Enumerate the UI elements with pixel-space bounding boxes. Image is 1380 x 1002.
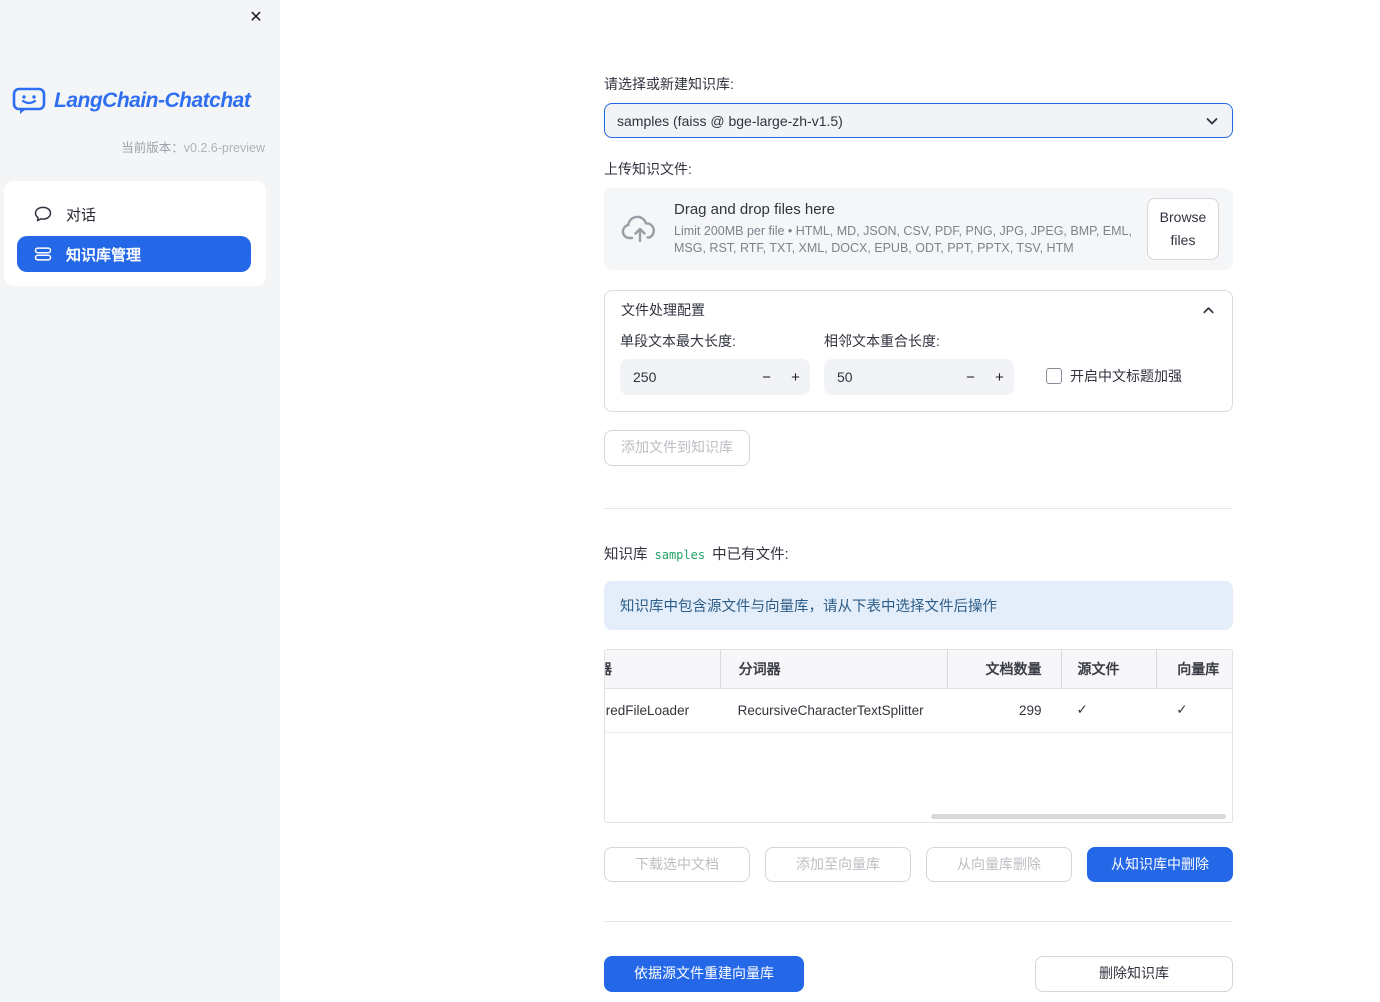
divider [604, 921, 1233, 923]
dropzone-instructions: Drag and drop files here Limit 200MB per… [674, 201, 1147, 257]
add-to-vector-store-button[interactable]: 添加至向量库 [765, 846, 911, 883]
chunk-size-decrement-button[interactable]: − [752, 359, 781, 395]
overlap-size-increment-button[interactable]: + [985, 359, 1014, 395]
table-header-row: 文档加载器 分词器 文档数量 源文件 向量库 [605, 649, 1232, 689]
zh-title-enhance-checkbox[interactable]: 开启中文标题加强 [1046, 366, 1182, 386]
sidebar-item-dialogue[interactable]: 对话 [4, 194, 266, 234]
kb-selectbox-value: samples (faiss @ bge-large-zh-v1.5) [617, 112, 843, 129]
dropzone-title: Drag and drop files here [674, 201, 835, 219]
sidebar: ✕ LangChain-Chatchat 当前版本：v0.2.6-preview [0, 0, 280, 1002]
download-selected-button[interactable]: 下载选中文档 [604, 846, 750, 883]
table-horizontal-scrollbar[interactable] [931, 813, 1226, 819]
chevron-up-icon [1201, 303, 1216, 318]
chunk-size-increment-button[interactable]: + [781, 359, 810, 395]
overlap-size-value: 50 [837, 369, 853, 385]
kb-name-code: samples [654, 547, 706, 562]
file-config-expander: 文件处理配置 单段文本最大长度: 250 − + 相邻文本重合长度: 50 − … [604, 290, 1233, 412]
sidebar-item-label: 知识库管理 [66, 246, 142, 264]
cell-source-file-check: ✓ [1076, 702, 1088, 718]
cell-docs-count: 299 [1018, 702, 1042, 718]
app-window: ✕ LangChain-Chatchat 当前版本：v0.2.6-preview [0, 0, 1380, 1002]
kb-selectbox[interactable]: samples (faiss @ bge-large-zh-v1.5) [604, 103, 1233, 138]
delete-from-kb-button[interactable]: 从知识库中删除 [1087, 846, 1233, 883]
kb-bottom-buttons: 依据源文件重建向量库 删除知识库 [604, 956, 1233, 992]
chunk-size-label: 单段文本最大长度: [620, 333, 736, 349]
version-line: 当前版本：v0.2.6-preview [0, 137, 280, 156]
kb-files-prefix: 知识库 [604, 546, 648, 563]
checkbox-icon [1046, 368, 1062, 384]
column-header-splitter[interactable]: 分词器 [719, 649, 947, 688]
version-value: v0.2.6-preview [183, 141, 265, 155]
brand-logo: LangChain-Chatchat [12, 86, 280, 116]
sidebar-item-knowledge-base[interactable]: 知识库管理 [17, 236, 251, 272]
kb-files-table: 文档加载器 分词器 文档数量 源文件 向量库 UnstructuredFileL… [604, 648, 1233, 823]
cell-vector-store-check: ✓ [1176, 702, 1188, 718]
version-label: 当前版本： [121, 141, 184, 155]
chunk-size-value: 250 [633, 369, 657, 385]
dropzone-limit-text: Limit 200MB per file • HTML, MD, JSON, C… [674, 224, 1132, 255]
divider [604, 507, 1233, 509]
main-area: 请选择或新建知识库: samples (faiss @ bge-large-zh… [280, 0, 1380, 1002]
delete-from-vector-store-button[interactable]: 从向量库删除 [926, 846, 1072, 883]
file-config-expander-header[interactable]: 文件处理配置 [605, 291, 1232, 329]
sidebar-item-label: 对话 [66, 206, 97, 224]
overlap-size-input[interactable]: 50 − + [824, 359, 1014, 395]
column-header-source-file[interactable]: 源文件 [1061, 649, 1156, 688]
stacked-list-icon [33, 244, 53, 264]
brand-title: LangChain-Chatchat [54, 89, 251, 112]
delete-kb-button[interactable]: 删除知识库 [1035, 956, 1233, 992]
chevron-down-icon [1204, 113, 1220, 129]
chunk-size-input[interactable]: 250 − + [620, 359, 810, 395]
chat-bubble-icon [33, 204, 53, 224]
table-row[interactable]: UnstructuredFileLoader RecursiveCharacte… [605, 689, 1232, 733]
kb-files-heading: 知识库 samples 中已有文件: [604, 543, 1233, 564]
zh-title-enhance-label: 开启中文标题加强 [1070, 368, 1182, 384]
column-header-docs-count[interactable]: 文档数量 [946, 649, 1062, 688]
upload-label: 上传知识文件: [604, 161, 692, 177]
file-action-buttons: 下载选中文档 添加至向量库 从向量库删除 从知识库中删除 [604, 846, 1233, 883]
file-config-title: 文件处理配置 [621, 302, 705, 318]
chat-smiley-logo-icon [12, 86, 46, 116]
kb-select-label: 请选择或新建知识库: [604, 76, 734, 92]
overlap-size-label: 相邻文本重合长度: [824, 333, 940, 349]
add-files-to-kb-button[interactable]: 添加文件到知识库 [604, 430, 750, 466]
overlap-size-decrement-button[interactable]: − [956, 359, 985, 395]
column-header-vector-store[interactable]: 向量库 [1156, 649, 1232, 688]
info-banner: 知识库中包含源文件与向量库，请从下表中选择文件后操作 [604, 580, 1233, 630]
column-header-loader[interactable]: 文档加载器 [605, 650, 720, 688]
rebuild-vector-store-button[interactable]: 依据源文件重建向量库 [604, 956, 804, 992]
cell-splitter: RecursiveCharacterTextSplitter [737, 702, 924, 718]
cell-loader: UnstructuredFileLoader [605, 702, 690, 718]
sidebar-menu: 对话 知识库管理 [4, 181, 266, 286]
sidebar-close-button[interactable]: ✕ [245, 7, 267, 29]
kb-files-suffix: 中已有文件: [712, 546, 789, 563]
browse-files-button[interactable]: Browse files [1147, 197, 1219, 261]
file-dropzone[interactable]: Drag and drop files here Limit 200MB per… [604, 188, 1233, 270]
cloud-upload-icon [620, 212, 660, 246]
